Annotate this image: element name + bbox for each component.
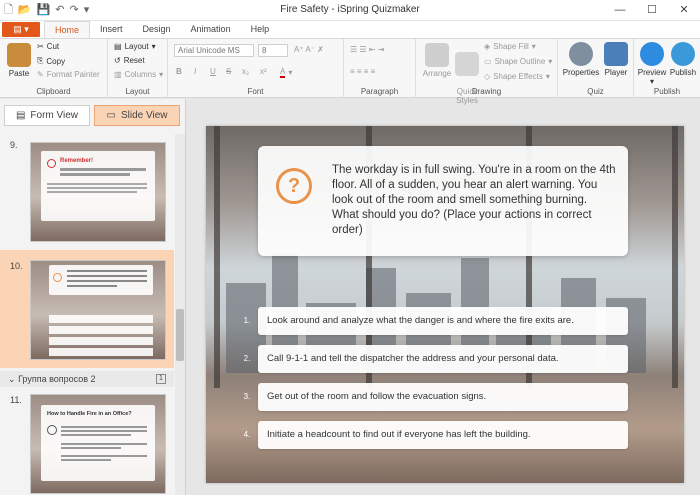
slide-thumbnail: How to Handle Fire in an Office? — [30, 394, 166, 494]
tab-insert[interactable]: Insert — [90, 21, 133, 38]
layout-label: Layout — [125, 87, 150, 96]
columns-button[interactable]: ▥ Columns ▾ — [114, 70, 163, 79]
title-bar: 🗋 📂 💾 ↶ ↷ ▾ Fire Safety - iSpring Quizma… — [0, 0, 700, 21]
question-text: The workday is in full swing. You're in … — [332, 164, 616, 236]
properties-button[interactable]: Properties — [562, 42, 600, 77]
reset-button[interactable]: ↺ Reset — [114, 56, 145, 65]
globe-icon — [671, 42, 695, 66]
scissors-icon: ✂ — [37, 42, 44, 51]
slide-thumbnail — [30, 260, 166, 360]
question-group-header[interactable]: ⌄ Группа вопросов 2 1 — [0, 371, 174, 387]
strikethrough-button[interactable]: S — [226, 67, 231, 76]
chevron-down-icon: ⌄ — [8, 374, 16, 384]
publish-label: Publish — [653, 87, 681, 96]
subscript-button[interactable]: x₂ — [242, 67, 249, 76]
shape-fill-button[interactable]: ◈ Shape Fill ▾ — [484, 42, 536, 51]
drawing-group: Arrange Quick Styles ◈ Shape Fill ▾ ▭ Shap… — [416, 39, 558, 105]
scrollbar-thumb[interactable] — [176, 309, 184, 361]
quiz-label: Quiz — [587, 87, 604, 96]
outline-icon: ▭ — [484, 57, 492, 66]
warning-icon — [47, 159, 56, 168]
slide-view-button[interactable]: ▭ Slide View — [94, 105, 180, 126]
ribbon: Paste ✂ Cut ⎘ Copy ✎ Format Painter Clipboa… — [0, 38, 700, 105]
fire-extinguisher-icon — [47, 425, 57, 435]
italic-button[interactable]: I — [194, 67, 196, 76]
answer-option[interactable]: Look around and analyze what the danger … — [258, 307, 628, 335]
paint-bucket-icon: ◈ — [484, 42, 491, 51]
copy-button[interactable]: ⎘ Copy — [37, 56, 65, 66]
slide-icon: ▭ — [106, 110, 116, 121]
paste-icon — [7, 43, 31, 67]
tab-design[interactable]: Design — [133, 21, 181, 38]
form-icon: ▤ — [15, 110, 26, 121]
shape-outline-button[interactable]: ▭ Shape Outline ▾ — [484, 57, 552, 66]
grow-font-button[interactable]: A⁺ A⁻ ✗ — [294, 45, 324, 54]
drawing-label: Drawing — [471, 87, 502, 96]
ribbon-tabs: ▤ ▾ Home Insert Design Animation Help — [0, 21, 700, 38]
reset-icon: ↺ — [114, 56, 121, 65]
quiz-group: Properties Player Quiz — [558, 39, 634, 98]
tab-help[interactable]: Help — [241, 21, 280, 38]
play-icon — [640, 42, 664, 66]
bold-button[interactable]: B — [176, 67, 182, 76]
columns-icon: ▥ — [114, 70, 122, 79]
slide-item[interactable]: 9. Remember! — [0, 134, 174, 250]
minimize-button[interactable]: — — [604, 0, 636, 20]
form-view-button[interactable]: ▤ Form View — [4, 105, 90, 126]
answer-option[interactable]: Initiate a headcount to find out if ever… — [258, 421, 628, 449]
slide-item[interactable]: 11. How to Handle Fire in an Office? — [0, 389, 174, 495]
list-buttons[interactable]: ☰ ☰ ⇤ ⇥ — [350, 45, 384, 54]
layout-button[interactable]: ▤ Layout ▾ — [114, 42, 156, 51]
file-menu-button[interactable]: ▤ ▾ — [2, 22, 40, 37]
maximize-button[interactable]: ☐ — [636, 0, 668, 20]
arrange-icon — [425, 43, 449, 67]
slide-thumbnails: 9. Remember! 10. ⌄ Группа вопросов 2 1 1… — [0, 134, 174, 495]
answer-option[interactable]: Get out of the room and follow the evacu… — [258, 383, 628, 411]
underline-button[interactable]: U — [210, 67, 216, 76]
question-mark-icon: ? — [276, 168, 312, 204]
clipboard-label: Clipboard — [36, 87, 71, 96]
cut-button[interactable]: ✂ Cut — [37, 42, 59, 51]
gear-icon — [569, 42, 593, 66]
superscript-button[interactable]: x² — [260, 67, 267, 76]
brush-icon: ✎ — [37, 70, 44, 79]
effects-icon: ◇ — [484, 72, 491, 81]
publish-group: Preview ▾ Publish Publish — [634, 39, 700, 98]
paragraph-group: ☰ ☰ ⇤ ⇥ ≡ ≡ ≡ ≡ Paragraph — [344, 39, 416, 98]
tab-home[interactable]: Home — [44, 21, 91, 38]
tab-animation[interactable]: Animation — [181, 21, 241, 38]
font-size-select[interactable]: 8 — [258, 44, 288, 57]
close-button[interactable]: ✕ — [668, 0, 700, 20]
font-group: Arial Unicode MS 8 A⁺ A⁻ ✗ B I U S x₂ x²… — [168, 39, 344, 98]
publish-button[interactable]: Publish — [668, 42, 698, 77]
group-count-badge: 1 — [156, 374, 166, 384]
font-color-button[interactable]: A ▾ — [280, 67, 292, 78]
question-card: ? The workday is in full swing. You're i… — [258, 146, 628, 256]
player-icon — [604, 42, 628, 66]
shape-effects-button[interactable]: ◇ Shape Effects ▾ — [484, 72, 550, 81]
answer-option[interactable]: Call 9-1-1 and tell the dispatcher the a… — [258, 345, 628, 373]
font-family-select[interactable]: Arial Unicode MS — [174, 44, 254, 57]
layout-icon: ▤ — [114, 42, 122, 51]
quick-styles-icon — [455, 52, 479, 76]
slide-item-selected[interactable]: 10. — [0, 250, 174, 368]
align-buttons[interactable]: ≡ ≡ ≡ ≡ — [350, 67, 375, 76]
preview-button[interactable]: Preview ▾ — [636, 42, 668, 86]
paragraph-label: Paragraph — [360, 87, 399, 96]
slide-list-panel: ▤ Form View ▭ Slide View 9. Remember! 10. — [0, 99, 186, 495]
paste-button[interactable]: Paste — [6, 43, 32, 78]
slide-canvas: ? The workday is in full swing. You're i… — [206, 126, 684, 483]
arrange-button[interactable]: Arrange — [420, 43, 454, 78]
player-button[interactable]: Player — [602, 42, 630, 77]
layout-group: ▤ Layout ▾ ↺ Reset ▥ Columns ▾ Layout — [108, 39, 168, 98]
slide-list-scrollbar[interactable] — [175, 134, 185, 495]
clipboard-group: Paste ✂ Cut ⎘ Copy ✎ Format Painter Clipboa… — [0, 39, 108, 98]
window-title: Fire Safety - iSpring Quizmaker — [280, 4, 420, 15]
copy-icon: ⎘ — [37, 56, 44, 65]
font-label: Font — [247, 87, 264, 96]
format-painter-button[interactable]: ✎ Format Painter — [37, 70, 100, 79]
slide-thumbnail: Remember! — [30, 142, 166, 242]
